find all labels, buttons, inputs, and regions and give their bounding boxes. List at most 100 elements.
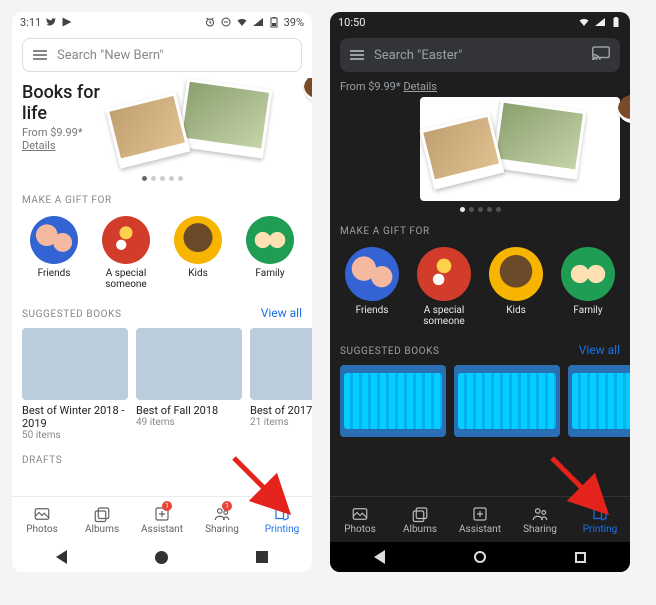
nav-sharing[interactable]: 1Sharing: [192, 497, 252, 542]
special-icon: [102, 216, 150, 264]
carousel-dots[interactable]: [22, 176, 302, 181]
status-bar: 10:50: [330, 12, 630, 32]
polaroid-photo: [106, 92, 191, 169]
albums-icon: [93, 505, 111, 523]
view-all-link[interactable]: View all: [579, 343, 620, 357]
phone-light: 3:11 39% Search "New Bern" Books for lif…: [12, 12, 312, 572]
book-card[interactable]: Best of Winter 2018 - 2019 50 items: [22, 328, 128, 441]
nav-sharing[interactable]: Sharing: [510, 497, 570, 542]
menu-icon[interactable]: [33, 50, 47, 60]
nav-assistant[interactable]: 1Assistant: [132, 497, 192, 542]
hero-details-link[interactable]: Details: [22, 139, 56, 152]
twitter-icon: [45, 16, 57, 28]
gift-special[interactable]: A special someone: [94, 216, 158, 290]
book-thumb: [22, 328, 128, 400]
nav-assistant[interactable]: Assistant: [450, 497, 510, 542]
book-card[interactable]: Best of Fall 2018 49 items: [136, 328, 242, 441]
sharing-badge: 1: [222, 501, 232, 511]
back-button[interactable]: [374, 550, 385, 564]
nav-printing[interactable]: Printing: [252, 497, 312, 542]
gift-row: Friends A special someone Kids Family: [22, 216, 302, 290]
gift-family[interactable]: Family: [238, 216, 302, 290]
search-bar[interactable]: Search "New Bern": [22, 38, 302, 72]
book-title: Best of 2017: [250, 404, 312, 417]
gift-family[interactable]: Family: [556, 247, 620, 327]
gift-kids[interactable]: Kids: [166, 216, 230, 290]
signal-icon: [252, 16, 264, 28]
book-thumb: [136, 328, 242, 400]
gift-special[interactable]: A special someone: [412, 247, 476, 327]
albums-icon: [411, 505, 429, 523]
search-bar[interactable]: Search "Easter": [340, 38, 620, 72]
cast-icon[interactable]: [592, 46, 610, 64]
recent-button[interactable]: [256, 551, 268, 563]
book-card[interactable]: [568, 365, 630, 437]
gift-kids[interactable]: Kids: [484, 247, 548, 327]
hero-image: [420, 97, 620, 201]
gift-section-label: MAKE A GIFT FOR: [340, 226, 620, 237]
home-button[interactable]: [155, 551, 168, 564]
nav-albums[interactable]: Albums: [390, 497, 450, 542]
nav-photos[interactable]: Photos: [12, 497, 72, 542]
menu-icon[interactable]: [350, 50, 364, 60]
photos-icon: [33, 505, 51, 523]
search-placeholder: Search "New Bern": [57, 48, 164, 63]
suggested-label: SUGGESTED BOOKS: [340, 346, 440, 357]
gift-friends[interactable]: Friends: [22, 216, 86, 290]
book-thumb: [250, 328, 312, 400]
coffee-mug-icon: [618, 95, 630, 123]
system-nav: [330, 542, 630, 572]
sharing-icon: [531, 505, 549, 523]
book-card[interactable]: [340, 365, 446, 437]
family-icon: [246, 216, 294, 264]
book-thumb: [340, 365, 446, 437]
home-button[interactable]: [474, 551, 486, 563]
assistant-icon: [471, 505, 489, 523]
suggested-books[interactable]: [340, 365, 620, 437]
family-icon: [561, 247, 615, 301]
book-count: 21 items: [250, 417, 312, 428]
assistant-badge: 1: [162, 501, 172, 511]
book-card[interactable]: Best of 2017 21 items: [250, 328, 312, 441]
kids-icon: [174, 216, 222, 264]
view-all-link[interactable]: View all: [261, 306, 302, 320]
hero-details-link[interactable]: Details: [403, 80, 437, 93]
nav-albums[interactable]: Albums: [72, 497, 132, 542]
recent-button[interactable]: [575, 552, 586, 563]
book-count: 49 items: [136, 417, 242, 428]
battery-icon: [268, 16, 280, 28]
polaroid-photo: [492, 99, 587, 179]
dnd-icon: [220, 16, 232, 28]
alarm-icon: [204, 16, 216, 28]
suggested-books[interactable]: Best of Winter 2018 - 2019 50 items Best…: [22, 328, 302, 441]
book-title: Best of Winter 2018 - 2019: [22, 404, 128, 430]
carousel-dots[interactable]: [340, 207, 620, 212]
book-title: Best of Fall 2018: [136, 404, 242, 417]
back-button[interactable]: [56, 550, 67, 564]
hero-price: From $9.99* Details: [22, 126, 112, 152]
book-card[interactable]: [454, 365, 560, 437]
nav-printing[interactable]: Printing: [570, 497, 630, 542]
search-placeholder: Search "Easter": [374, 48, 462, 63]
signal-icon: [594, 16, 606, 28]
hero-price: From $9.99* Details: [340, 80, 620, 93]
status-bar: 3:11 39%: [12, 12, 312, 32]
friends-icon: [30, 216, 78, 264]
play-icon: [61, 16, 73, 28]
status-time: 3:11: [20, 16, 41, 29]
gift-friends[interactable]: Friends: [340, 247, 404, 327]
phone-dark: 10:50 Search "Easter" From $9.99* Detail…: [330, 12, 630, 572]
suggested-label: SUGGESTED BOOKS: [22, 309, 122, 320]
book-thumb: [454, 365, 560, 437]
system-nav: [12, 542, 312, 572]
printing-icon: [273, 505, 291, 523]
book-count: 50 items: [22, 430, 128, 441]
nav-photos[interactable]: Photos: [330, 497, 390, 542]
battery-icon: [610, 16, 622, 28]
gift-section-label: MAKE A GIFT FOR: [22, 195, 302, 206]
hero-image: [112, 80, 302, 170]
status-battery: 39%: [284, 16, 304, 29]
kids-icon: [489, 247, 543, 301]
hero-title: Books for life: [22, 82, 112, 124]
bottom-nav: Photos Albums Assistant Sharing Printing: [330, 496, 630, 542]
